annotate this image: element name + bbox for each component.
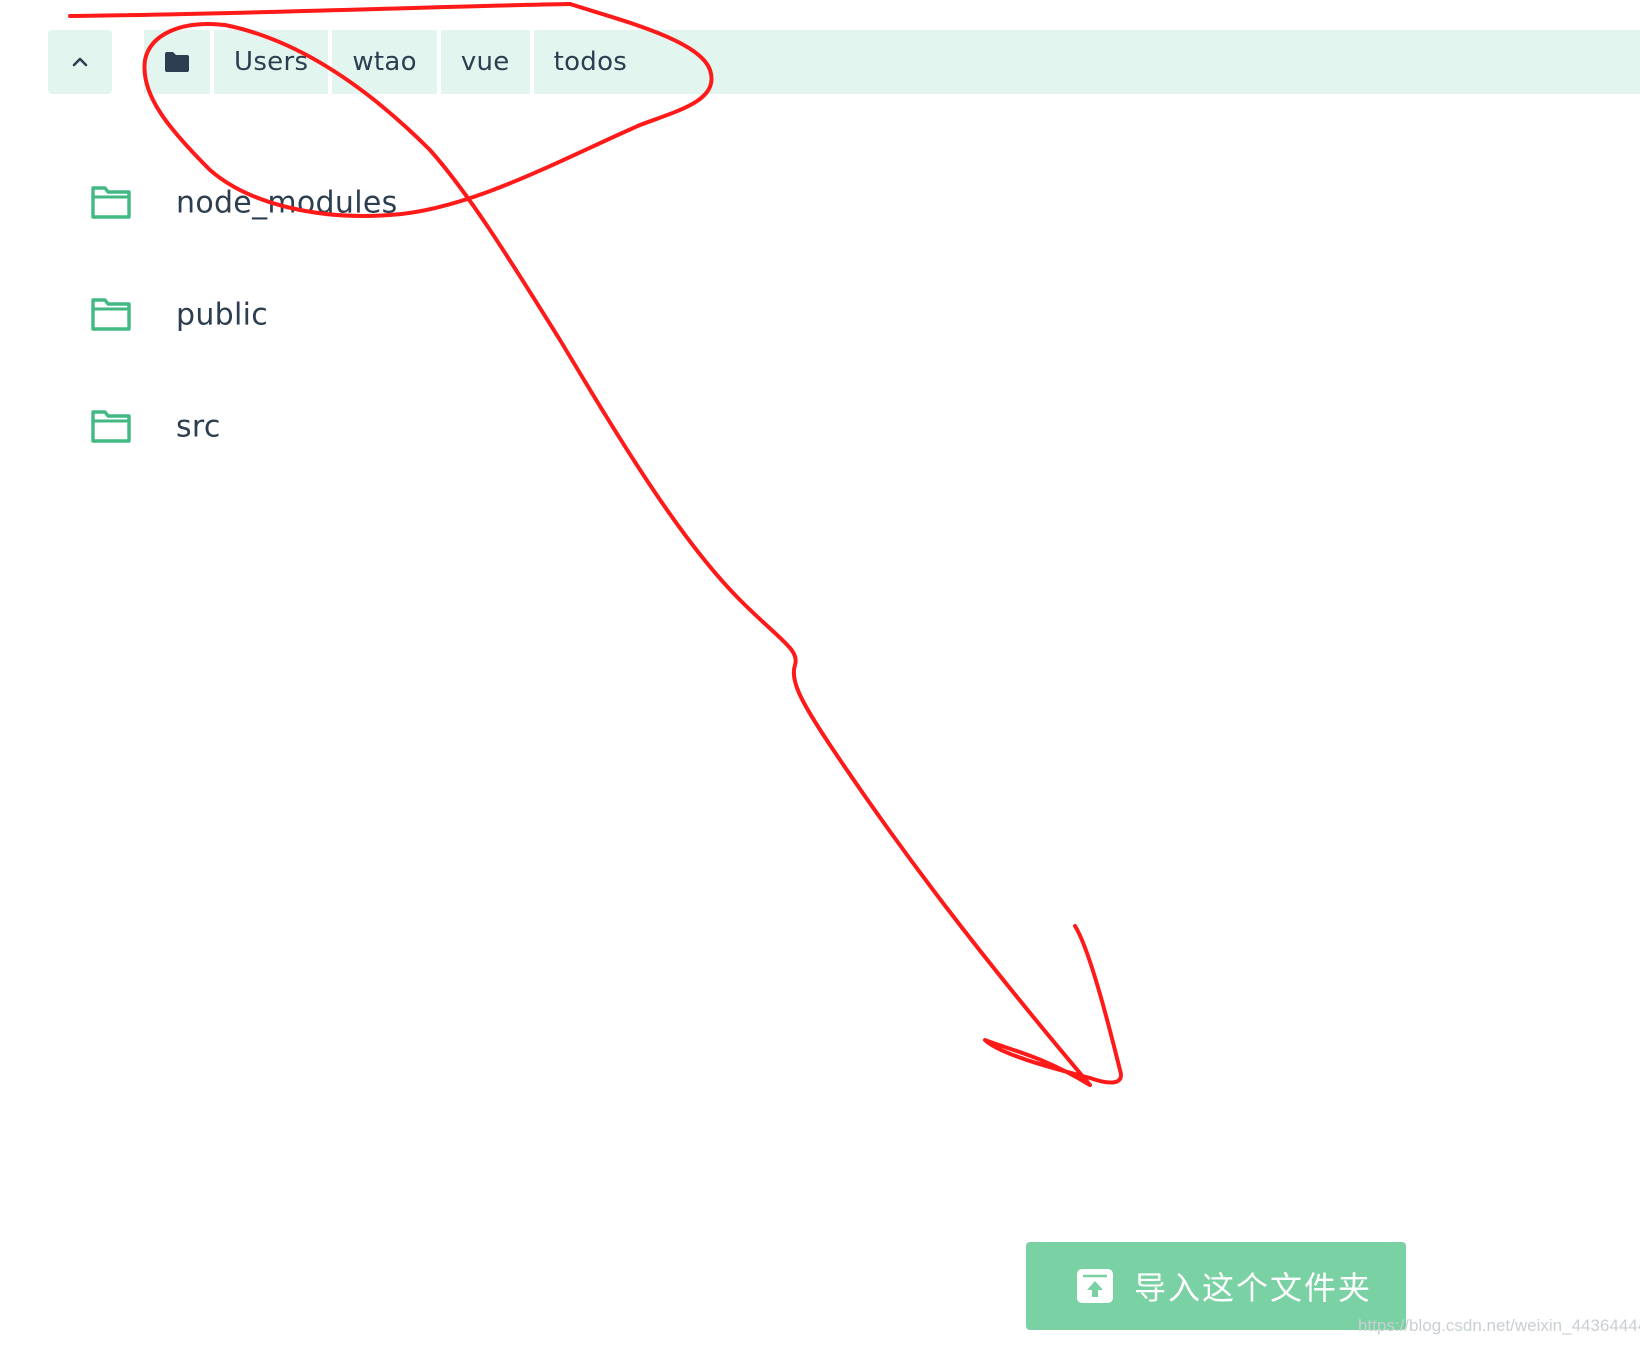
folder-outline-icon [91,186,131,219]
folder-item-node-modules[interactable]: node_modules [90,150,397,262]
toolbar: Users wtao vue todos [48,30,1640,94]
breadcrumb-item-wtao[interactable]: wtao [332,30,441,94]
folder-item-src[interactable]: src [90,374,220,486]
breadcrumb-item-vue[interactable]: vue [441,30,534,94]
import-folder-icon [1077,1269,1113,1303]
import-folder-button[interactable]: 导入这个文件夹 [1026,1242,1406,1330]
chevron-up-icon [72,57,88,67]
folder-outline-icon [91,410,131,443]
folder-explorer: Users wtao vue todos node_modules public [0,0,1640,1346]
import-button-label: 导入这个文件夹 [1134,1269,1373,1307]
folder-name: node_modules [176,185,398,221]
folder-item-public[interactable]: public [90,262,268,374]
folder-name: src [176,409,221,445]
watermark: https://blog.csdn.net/weixin_44364444 [1358,1316,1640,1335]
breadcrumb: Users wtao vue todos [144,30,1640,94]
folder-solid-icon [165,52,189,72]
folder-list: node_modules public src [90,150,397,486]
breadcrumb-item-users[interactable]: Users [214,30,333,94]
folder-name: public [176,297,269,333]
breadcrumb-root[interactable] [144,30,214,94]
folder-outline-icon [91,298,131,331]
parent-folder-button[interactable] [48,30,112,94]
breadcrumb-item-todos[interactable]: todos [534,30,648,94]
